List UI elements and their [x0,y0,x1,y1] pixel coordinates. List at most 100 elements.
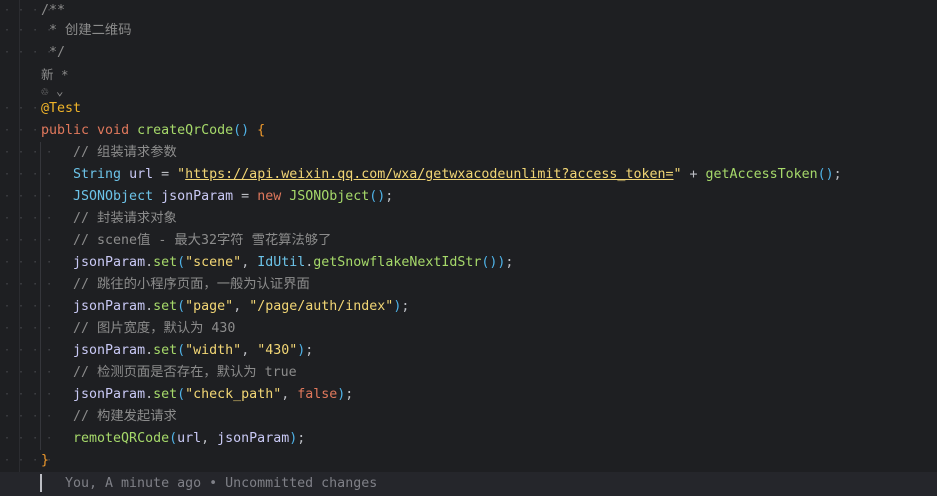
code-token: jsonParam [41,343,146,358]
code-token: ( [177,299,186,314]
code-token: " [673,167,682,182]
code-token: , [241,255,258,270]
code-token: false [297,387,338,402]
code-token: ; [297,431,306,446]
code-token: set [153,343,178,358]
code-token: // 封装请求对象 [41,211,177,226]
text-caret [40,474,42,492]
code-line[interactable]: · · · · */ [0,42,937,64]
code-token: , [201,431,218,446]
code-text: jsonParam.set("width", "430"); [41,340,313,362]
code-text: remoteQRCode(url, jsonParam); [41,428,305,450]
code-token: "scene" [185,255,242,270]
code-text: jsonParam.set("check_path", false); [41,384,353,406]
code-line[interactable]: · · · · jsonParam.set("scene", IdUtil.ge… [0,252,937,274]
code-token: jsonParam [161,189,234,204]
code-token: "page" [185,299,234,314]
code-line[interactable]: · · · ·/** [0,0,937,22]
code-token: // 跳往的小程序页面，一般为认证界面 [41,277,310,292]
code-token: * 创建二维码 [41,23,132,38]
code-token: ; [345,387,354,402]
code-token: . [145,299,154,314]
code-token: /** [41,3,66,18]
code-token: . [145,387,154,402]
code-token: new [257,189,290,204]
code-token[interactable]: ♲ ⌄ [41,83,64,98]
code-token: () [233,123,250,138]
code-token: set [153,299,178,314]
code-line[interactable]: · · · · jsonParam.set("width", "430"); [0,340,937,362]
code-token: remoteQRCode [41,431,170,446]
code-line[interactable]: · · · · // 封装请求对象 [0,208,937,230]
code-line[interactable]: · · · · jsonParam.set("page", "/page/aut… [0,296,937,318]
code-token: public [41,123,98,138]
code-token: , [233,299,250,314]
code-line[interactable]: · · · · public void createQrCode() { [0,120,937,142]
code-token: ( [177,255,186,270]
code-token: "width" [185,343,242,358]
code-text: // 构建发起请求 [41,406,177,428]
code-token: jsonParam [41,387,146,402]
code-token: // 检测页面是否存在，默认为 true [41,365,297,380]
git-blame-annotation[interactable]: You, A minute ago • Uncommitted changes [65,474,377,494]
code-token: = [233,189,258,204]
code-text: /** [41,0,65,22]
code-token: // 组装请求参数 [41,145,177,160]
code-line[interactable]: · · · · jsonParam.set("check_path", fals… [0,384,937,406]
code-token: " [177,167,186,182]
code-line[interactable]: · · · · // 组装请求参数 [0,142,937,164]
code-token: set [153,387,178,402]
code-text: * 创建二维码 [41,20,132,42]
code-line[interactable]: · · · · String url = "https://api.weixin… [0,164,937,186]
code-token: () [817,167,834,182]
code-token: JSONObject [289,189,370,204]
code-token: getAccessToken [705,167,818,182]
code-token: url [177,431,202,446]
code-token: ( [177,387,186,402]
code-token: () [369,189,386,204]
code-line[interactable]: · · · · // 检测页面是否存在，默认为 true [0,362,937,384]
code-line[interactable]: · · · · * 创建二维码 [0,20,937,42]
code-token: ; [305,343,314,358]
code-text: jsonParam.set("scene", IdUtil.getSnowfla… [41,252,513,274]
code-line[interactable]: · · · · JSONObject jsonParam = new JSONO… [0,186,937,208]
code-text: JSONObject jsonParam = new JSONObject(); [41,186,393,208]
code-token: JSONObject [41,189,162,204]
code-text: jsonParam.set("page", "/page/auth/index"… [41,296,409,318]
code-line[interactable]: · · · · remoteQRCode(url, jsonParam); [0,428,937,450]
code-token: = [153,167,178,182]
code-text: // 图片宽度，默认为 430 [41,318,235,340]
code-token: IdUtil [257,255,306,270]
code-line[interactable]: · · · · @Test [0,98,937,120]
code-token: jsonParam [217,431,290,446]
code-text: // 组装请求参数 [41,142,177,164]
code-token: . [145,343,154,358]
code-line[interactable]: · · · · // 图片宽度，默认为 430 [0,318,937,340]
code-token: jsonParam [41,299,146,314]
code-token: "/page/auth/index" [249,299,394,314]
code-token: void [97,123,138,138]
code-token: + [681,167,706,182]
code-token: // 构建发起请求 [41,409,177,424]
code-line[interactable]: · · · · // scene值 - 最大32字符 雪花算法够了 [0,230,937,252]
code-token: "430" [257,343,298,358]
code-text: public void createQrCode() { [41,120,265,142]
code-token: // scene值 - 最大32字符 雪花算法够了 [41,233,332,248]
code-text: } [41,450,49,472]
code-line[interactable]: · · · ·} [0,450,937,472]
code-token: . [145,255,154,270]
code-token: ; [833,167,842,182]
code-token: getSnowflakeNextIdStr [313,255,482,270]
code-token: "check_path" [185,387,282,402]
code-token: set [153,255,178,270]
code-token: jsonParam [41,255,146,270]
code-token: ( [169,431,178,446]
code-token: String [41,167,130,182]
code-text: // scene值 - 最大32字符 雪花算法够了 [41,230,331,252]
code-token: createQrCode [137,123,234,138]
code-token: ()) [481,255,506,270]
code-token: { [249,123,266,138]
code-token: ( [177,343,186,358]
code-line[interactable]: · · · · // 构建发起请求 [0,406,937,428]
code-line[interactable]: · · · · // 跳往的小程序页面，一般为认证界面 [0,274,937,296]
